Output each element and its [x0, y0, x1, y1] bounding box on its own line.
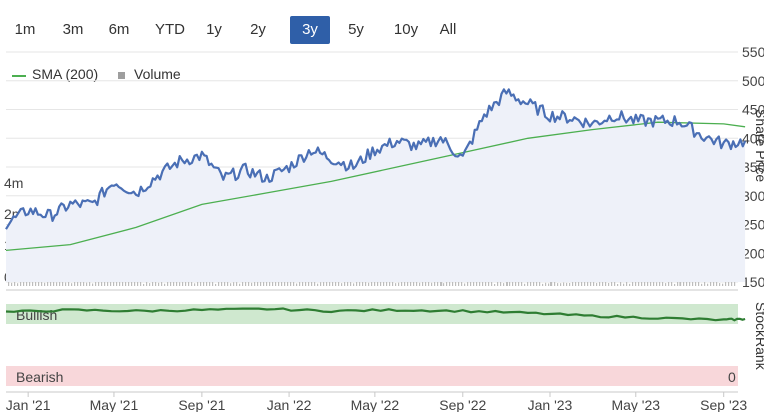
price-tick-label: 550 — [742, 44, 764, 60]
volume-bar — [164, 283, 166, 286]
volume-bar — [251, 282, 253, 286]
share-price-axis-title: Share Price — [753, 109, 764, 183]
volume-bar — [308, 281, 310, 286]
volume-bar — [92, 283, 94, 286]
volume-bar — [341, 283, 343, 286]
volume-bar — [722, 283, 724, 286]
volume-bar — [134, 281, 136, 286]
volume-bar — [656, 282, 658, 286]
volume-bar — [230, 283, 232, 286]
volume-bar — [665, 283, 667, 286]
volume-bar — [707, 283, 709, 286]
volume-bar — [296, 283, 298, 286]
x-tick-label: Sep '22 — [439, 397, 486, 412]
volume-bar — [233, 282, 235, 286]
volume-bar — [461, 281, 463, 286]
volume-bar — [110, 281, 112, 286]
volume-bar — [629, 283, 631, 286]
bullish-label: Bullish — [16, 307, 57, 323]
volume-bar — [239, 283, 241, 286]
price-tick-label: 250 — [742, 217, 764, 233]
volume-bar — [194, 283, 196, 286]
volume-bar — [323, 281, 325, 286]
volume-bar — [71, 283, 73, 286]
volume-bar — [17, 283, 19, 286]
price-tick-label: 200 — [742, 245, 764, 261]
x-tick-label: May '23 — [611, 397, 660, 412]
price-tick-label: 500 — [742, 73, 764, 89]
volume-bar — [197, 281, 199, 286]
volume-bar — [710, 281, 712, 286]
volume-bar — [65, 282, 67, 286]
volume-bar — [674, 283, 676, 286]
volume-bar — [596, 282, 598, 286]
volume-bar — [683, 281, 685, 286]
volume-bar — [383, 281, 385, 286]
volume-bar — [545, 282, 547, 286]
bearish-band — [6, 366, 738, 386]
volume-bar — [482, 281, 484, 286]
x-tick-label: Jan '21 — [6, 397, 51, 412]
volume-bar — [557, 283, 559, 286]
volume-bar — [503, 283, 505, 286]
volume-bar — [569, 282, 571, 286]
volume-tick-label: 4m — [4, 175, 23, 191]
volume-bar — [443, 283, 445, 286]
x-tick-label: May '22 — [351, 397, 400, 412]
volume-bar — [140, 281, 142, 286]
volume-bar — [317, 283, 319, 286]
volume-bar — [542, 283, 544, 286]
x-tick-label: Sep '21 — [178, 397, 225, 412]
volume-bar — [566, 282, 568, 286]
volume-bar — [701, 283, 703, 286]
volume-bar — [617, 283, 619, 286]
volume-bar — [608, 282, 610, 286]
volume-bar — [560, 283, 562, 286]
stockrank-zero-label: 0 — [728, 369, 736, 385]
volume-bar — [149, 283, 151, 286]
volume-bar — [86, 282, 88, 286]
volume-bar — [548, 283, 550, 286]
volume-bar — [464, 283, 466, 286]
volume-bar — [74, 281, 76, 286]
stock-chart: 15020025030035040045050055001m2m4mBullis… — [4, 44, 764, 412]
volume-bar — [719, 283, 721, 286]
volume-bar — [173, 281, 175, 286]
x-tick-label: Jan '22 — [267, 397, 312, 412]
volume-bar — [227, 281, 229, 286]
x-tick-label: Sep '23 — [700, 397, 747, 412]
volume-bar — [605, 281, 607, 286]
price-tick-label: 150 — [742, 274, 764, 290]
volume-bar — [353, 283, 355, 286]
volume-bar — [419, 282, 421, 286]
x-tick-label: Jan '23 — [528, 397, 573, 412]
volume-bar — [623, 283, 625, 286]
volume-bar — [44, 282, 46, 286]
volume-bar — [494, 283, 496, 286]
volume-bar — [56, 282, 58, 286]
volume-bar — [431, 282, 433, 286]
bearish-label: Bearish — [16, 369, 63, 385]
volume-bar — [398, 282, 400, 286]
bullish-band — [6, 304, 738, 324]
volume-bar — [179, 282, 181, 286]
stockrank-axis-title: StockRank — [753, 302, 764, 370]
volume-bar — [236, 282, 238, 286]
volume-bar — [215, 283, 217, 286]
volume-bar — [116, 281, 118, 286]
x-tick-label: May '21 — [90, 397, 139, 412]
volume-bar — [143, 283, 145, 286]
volume-bar — [320, 282, 322, 286]
volume-bar — [716, 281, 718, 286]
volume-bar — [158, 282, 160, 286]
volume-bar — [395, 283, 397, 286]
volume-bar — [368, 282, 370, 286]
volume-bar — [524, 283, 526, 286]
volume-bar — [563, 282, 565, 286]
